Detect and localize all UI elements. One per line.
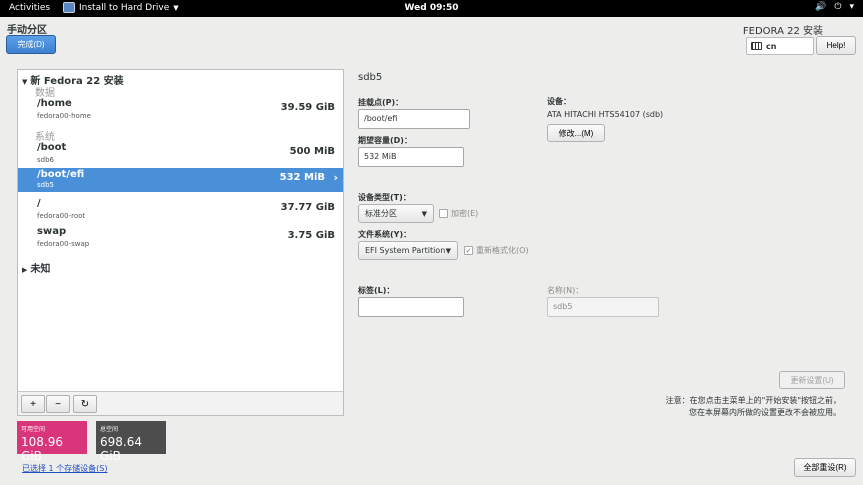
available-space-badge: 可用空间 108.96 GiB: [17, 421, 87, 463]
refresh-button[interactable]: ↻: [73, 395, 97, 413]
mount-point: /home: [37, 98, 72, 109]
filesystem-select[interactable]: EFI System Partition ▼: [358, 241, 458, 260]
system-tray[interactable]: 🔊 ⏻ ▾: [815, 2, 854, 12]
total-space-value: 698.64 GiB: [100, 435, 142, 463]
device-name: fedora00-swap: [37, 240, 90, 248]
mount-point: /boot/efi: [37, 169, 85, 180]
capacity-input[interactable]: 532 MiB: [358, 147, 464, 167]
keyboard-icon: [751, 42, 762, 50]
chevron-down-icon: ▾: [849, 2, 854, 12]
device-name: sdb5: [37, 181, 54, 189]
mount-point: /: [37, 198, 41, 209]
checkbox-box: [439, 209, 448, 218]
checkmark-icon: ✓: [464, 246, 473, 255]
add-partition-button[interactable]: +: [21, 395, 45, 413]
name-label: 名称(N)：: [547, 286, 584, 295]
mount-point: /boot: [37, 142, 67, 153]
mount-point: swap: [37, 226, 67, 237]
device-name: fedora00-home: [37, 112, 91, 120]
remove-partition-button[interactable]: −: [46, 395, 70, 413]
device-name: fedora00-root: [37, 212, 86, 220]
power-icon: ⏻: [834, 2, 842, 12]
apply-note: 注意：在您点击主菜单上的"开始安装"按钮之前， 您在本屏幕内所做的设置更改不会被…: [665, 396, 841, 417]
tag-label: 标签(L)：: [358, 286, 395, 295]
device-name: sdb6: [37, 156, 54, 164]
device-type-label: 设备类型(T)：: [358, 193, 411, 202]
reformat-label: 重新格式化(O): [476, 246, 529, 255]
device-label: 设备：: [547, 97, 571, 106]
partition-title: sdb5: [358, 72, 383, 83]
partition-size: 500 MiB: [289, 146, 335, 157]
total-space-label: 总空间: [100, 426, 119, 433]
partition-row[interactable]: swap fedora00-swap 3.75 GiB: [18, 225, 343, 252]
available-space-value: 108.96 GiB: [21, 435, 63, 463]
storage-devices-link[interactable]: 已选择 1 个存储设备(S): [22, 463, 108, 474]
page-title: 手动分区: [7, 25, 47, 36]
partition-row[interactable]: /home fedora00-home 39.59 GiB: [18, 97, 343, 124]
filesystem-value: EFI System Partition: [365, 246, 446, 255]
top-bar: Activities Install to Hard Drive ▼ Wed 0…: [0, 0, 863, 17]
modify-button[interactable]: 修改...(M): [547, 124, 605, 142]
volume-icon: 🔊: [815, 2, 827, 12]
device-type-select[interactable]: 标准分区 ▼: [358, 204, 434, 223]
done-button[interactable]: 完成(D): [6, 35, 56, 54]
mount-point-input[interactable]: /boot/efi: [358, 109, 470, 129]
name-input[interactable]: sdb5: [547, 297, 659, 317]
partition-row-selected[interactable]: /boot/efi sdb5 532 MiB ›: [18, 168, 343, 192]
clock[interactable]: Wed 09:50: [0, 3, 863, 13]
chevron-down-icon: ▼: [445, 246, 451, 255]
unknown-group-header[interactable]: ▶ 未知: [22, 260, 50, 275]
capacity-label: 期望容量(D)：: [358, 136, 412, 145]
partition-row[interactable]: / fedora00-root 37.77 GiB: [18, 197, 343, 224]
available-space-label: 可用空间: [21, 426, 46, 433]
update-settings-button[interactable]: 更新设置(U): [779, 371, 845, 389]
keyboard-layout-indicator[interactable]: cn: [746, 37, 814, 55]
partition-size: 37.77 GiB: [280, 202, 335, 213]
keyboard-layout-label: cn: [766, 41, 777, 51]
filesystem-label: 文件系统(Y)：: [358, 230, 412, 239]
partition-toolbar: + − ↻: [18, 391, 343, 415]
partition-size: 39.59 GiB: [280, 102, 335, 113]
reformat-checkbox[interactable]: ✓ 重新格式化(O): [464, 245, 529, 256]
chevron-right-icon: ›: [333, 171, 338, 184]
total-space-badge: 总空间 698.64 GiB: [96, 421, 166, 463]
expanded-triangle-icon: ▼: [22, 78, 28, 86]
encrypt-checkbox[interactable]: 加密(E): [439, 208, 478, 219]
partition-size: 3.75 GiB: [287, 230, 335, 241]
help-button[interactable]: Help!: [816, 36, 856, 55]
device-type-value: 标准分区: [365, 209, 397, 218]
partition-size: 532 MiB: [279, 172, 325, 183]
reset-all-button[interactable]: 全部重设(R): [794, 458, 856, 477]
partition-row[interactable]: /boot sdb6 500 MiB: [18, 141, 343, 168]
partition-tree: ▼ 新 Fedora 22 安装 数据 /home fedora00-home 3…: [17, 69, 344, 416]
collapsed-triangle-icon: ▶: [22, 266, 28, 274]
mount-point-label: 挂载点(P)：: [358, 98, 404, 107]
tag-input[interactable]: [358, 297, 464, 317]
device-description: ATA HITACHI HTS54107 (sdb): [547, 110, 664, 119]
encrypt-label: 加密(E): [451, 209, 479, 218]
chevron-down-icon: ▼: [421, 209, 427, 218]
product-title: FEDORA 22 安装: [742, 26, 823, 37]
